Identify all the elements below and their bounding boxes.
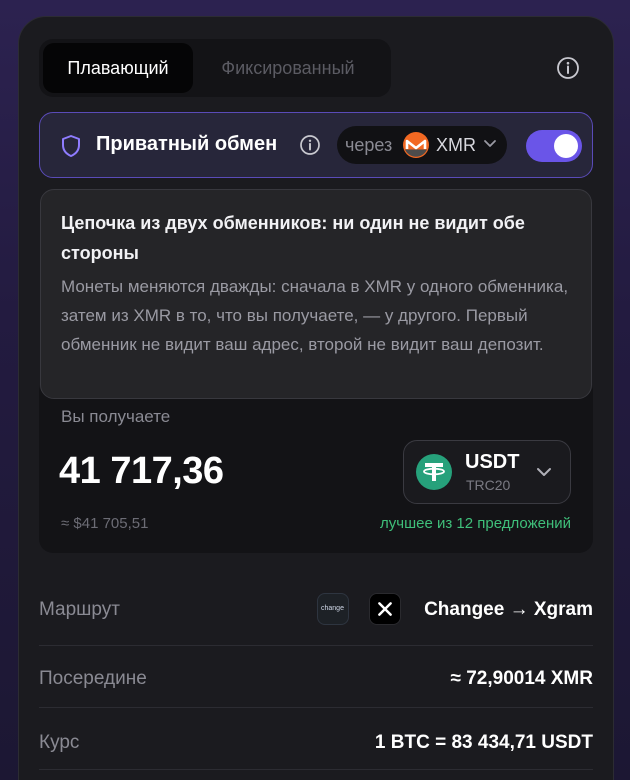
receive-coin-select[interactable]: USDT TRC20 xyxy=(403,440,571,504)
receive-amount: 41 717,36 xyxy=(59,450,224,492)
via-coin-select[interactable]: через XMR xyxy=(337,126,507,164)
via-coin-label: XMR xyxy=(436,135,476,155)
info-icon[interactable] xyxy=(556,56,580,80)
best-offers-link[interactable]: лучшее из 12 предложений xyxy=(380,515,571,532)
intermediate-label: Посередине xyxy=(39,668,147,689)
private-exchange-toggle[interactable] xyxy=(526,130,582,162)
intermediate-value: ≈ 72,90014 XMR xyxy=(450,668,593,689)
receive-label: Вы получаете xyxy=(61,407,171,426)
via-label: через xyxy=(345,135,393,155)
xgram-logo xyxy=(369,593,401,625)
changee-logo: change xyxy=(317,593,349,625)
monero-icon xyxy=(403,132,429,158)
private-exchange-label: Приватный обмен xyxy=(96,133,278,155)
route-label: Маршрут xyxy=(39,599,120,620)
toggle-knob xyxy=(554,134,578,158)
rate-label: Курс xyxy=(39,732,80,753)
chevron-down-icon xyxy=(537,468,551,476)
route-row: Маршрут change Changee → Xgram xyxy=(39,571,593,646)
shield-icon xyxy=(62,135,80,157)
private-exchange-tooltip: Цепочка из двух обменников: ни один не в… xyxy=(40,189,592,399)
receive-coin-network: TRC20 xyxy=(466,477,511,493)
route-value: Changee → Xgram xyxy=(424,599,593,620)
tooltip-body: Монеты меняются дважды: сначала в XMR у … xyxy=(61,277,569,354)
exchange-card: Плавающий Фиксированный Приватный обмен … xyxy=(18,16,614,780)
rate-mode-tabs: Плавающий Фиксированный xyxy=(39,39,391,97)
tether-icon xyxy=(416,454,452,490)
intermediate-row: Посередине ≈ 72,90014 XMR xyxy=(39,646,593,708)
private-info-icon[interactable] xyxy=(299,134,321,156)
tab-fixed[interactable]: Фиксированный xyxy=(193,43,383,93)
receive-box: Вы получаете 41 717,36 ≈ $41 705,51 лучш… xyxy=(39,377,593,553)
rate-row: Курс 1 BTC = 83 434,71 USDT xyxy=(39,708,593,770)
chevron-down-icon xyxy=(484,140,496,147)
changee-logo-text: change xyxy=(321,605,344,612)
tooltip-title: Цепочка из двух обменников: ни один не в… xyxy=(61,213,525,263)
rate-value: 1 BTC = 83 434,71 USDT xyxy=(374,732,593,753)
private-exchange-bar: Приватный обмен через XMR xyxy=(39,112,593,178)
receive-coin-ticker: USDT xyxy=(465,451,520,473)
tab-floating[interactable]: Плавающий xyxy=(43,43,193,93)
receive-usd-value: ≈ $41 705,51 xyxy=(61,515,149,532)
